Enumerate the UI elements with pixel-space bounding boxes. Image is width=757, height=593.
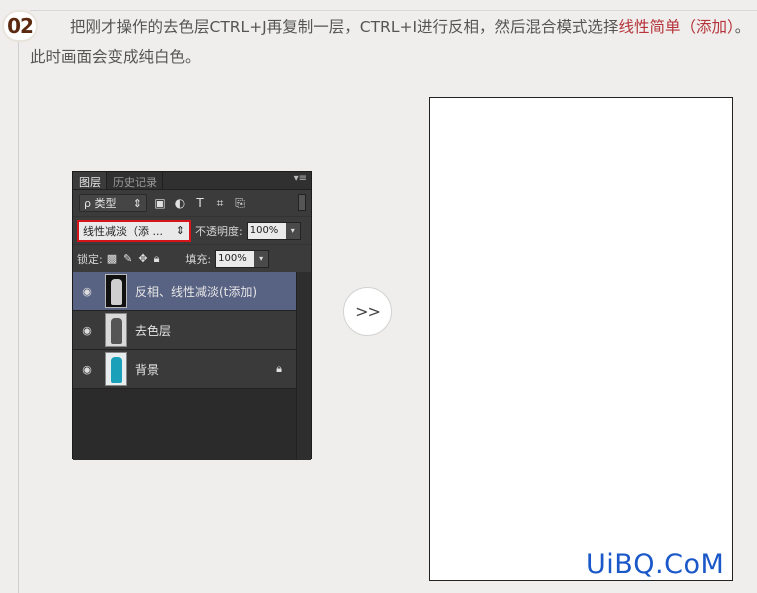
- blend-mode-value: 线性减淡（添 ...: [83, 224, 163, 238]
- lock-icons: ▩ ✎ ✥ 🔒︎: [107, 252, 160, 266]
- layer-list-scrollbar[interactable]: [296, 272, 311, 460]
- layer-name: 去色层: [135, 323, 172, 338]
- layer-row[interactable]: ◉ 去色层: [73, 311, 296, 350]
- layers-panel: 图层 历史记录 ▾≡ ρ 类型 ⇕ ▣ ◐ T ⌗ ⎘ 线性减淡（添 ... ⇕…: [72, 171, 312, 460]
- eye-icon[interactable]: ◉: [73, 285, 101, 298]
- panel-menu-icon[interactable]: ▾≡: [294, 173, 307, 184]
- opacity-label: 不透明度:: [195, 224, 243, 238]
- layer-thumbnail: [105, 313, 127, 347]
- layer-name: 反相、线性减淡(t添加): [135, 284, 258, 299]
- fill-dropdown-icon[interactable]: ▾: [254, 250, 269, 267]
- dress-thumbnail-icon: [111, 318, 122, 344]
- filter-toggle-switch[interactable]: [298, 194, 306, 211]
- adjustment-filter-icon[interactable]: ◐: [173, 196, 187, 210]
- opacity-dropdown-icon[interactable]: ▾: [285, 222, 300, 239]
- step-instruction: 把刚才操作的去色层CTRL+J再复制一层，CTRL+I进行反相，然后混合模式选择…: [30, 12, 757, 72]
- layer-row[interactable]: ◉ 背景 🔒︎: [73, 350, 296, 389]
- blend-caret-icon: ⇕: [175, 224, 185, 237]
- lock-move-icon[interactable]: ✥: [138, 252, 147, 266]
- layer-name: 背景: [135, 362, 160, 377]
- layer-lock-icon: 🔒︎: [276, 362, 282, 375]
- blend-row: 线性减淡（添 ... ⇕ 不透明度: 100% ▾: [73, 216, 311, 244]
- opacity-field[interactable]: 100% ▾: [246, 221, 301, 240]
- image-filter-icon[interactable]: ▣: [153, 196, 167, 210]
- filter-label: ρ 类型: [84, 197, 117, 210]
- layer-thumbnail: [105, 274, 127, 308]
- panel-tabs: 图层 历史记录 ▾≡: [73, 172, 311, 190]
- dress-thumbnail-icon: [111, 279, 122, 305]
- layer-filter-select[interactable]: ρ 类型 ⇕: [79, 194, 147, 212]
- site-watermark: UiBQ.CoM: [586, 549, 725, 580]
- filter-caret-icon: ⇕: [132, 196, 142, 210]
- lock-brush-icon[interactable]: ✎: [123, 252, 132, 266]
- eye-icon[interactable]: ◉: [73, 363, 101, 376]
- opacity-value: 100%: [249, 225, 279, 236]
- lock-row: 锁定: ▩ ✎ ✥ 🔒︎ 填充: 100% ▾: [73, 244, 311, 272]
- left-guide-line: [18, 40, 19, 593]
- layer-filter-toolbar: ρ 类型 ⇕ ▣ ◐ T ⌗ ⎘: [73, 190, 311, 216]
- layer-list: ◉ 反相、线性减淡(t添加) ◉ 去色层 ◉ 背景 🔒︎: [73, 272, 311, 460]
- fill-value: 100%: [218, 253, 247, 264]
- layer-thumbnail: [105, 352, 127, 386]
- fill-field[interactable]: 100% ▾: [215, 249, 270, 268]
- blend-mode-select[interactable]: 线性减淡（添 ... ⇕: [77, 219, 191, 242]
- smart-object-filter-icon[interactable]: ⎘: [233, 196, 247, 211]
- instruction-text: 把刚才操作的去色层CTRL+J再复制一层，CTRL+I进行反相，然后混合模式选择: [70, 18, 619, 36]
- lock-all-icon[interactable]: 🔒︎: [154, 252, 160, 266]
- instruction-highlight: 线性简单（添加）: [618, 18, 735, 36]
- eye-icon[interactable]: ◉: [73, 324, 101, 337]
- shape-filter-icon[interactable]: ⌗: [213, 196, 227, 211]
- type-filter-icon[interactable]: T: [193, 196, 207, 210]
- lock-transparent-icon[interactable]: ▩: [107, 252, 117, 266]
- tab-history[interactable]: 历史记录: [107, 172, 163, 189]
- layer-row[interactable]: ◉ 反相、线性减淡(t添加): [73, 272, 296, 311]
- lock-label: 锁定:: [77, 252, 103, 266]
- tab-layers[interactable]: 图层: [73, 172, 107, 189]
- fill-label: 填充:: [185, 252, 212, 266]
- top-divider: [30, 10, 757, 11]
- arrow-indicator: >>: [343, 287, 392, 336]
- dress-thumbnail-icon: [111, 357, 122, 383]
- canvas-preview: [429, 97, 733, 581]
